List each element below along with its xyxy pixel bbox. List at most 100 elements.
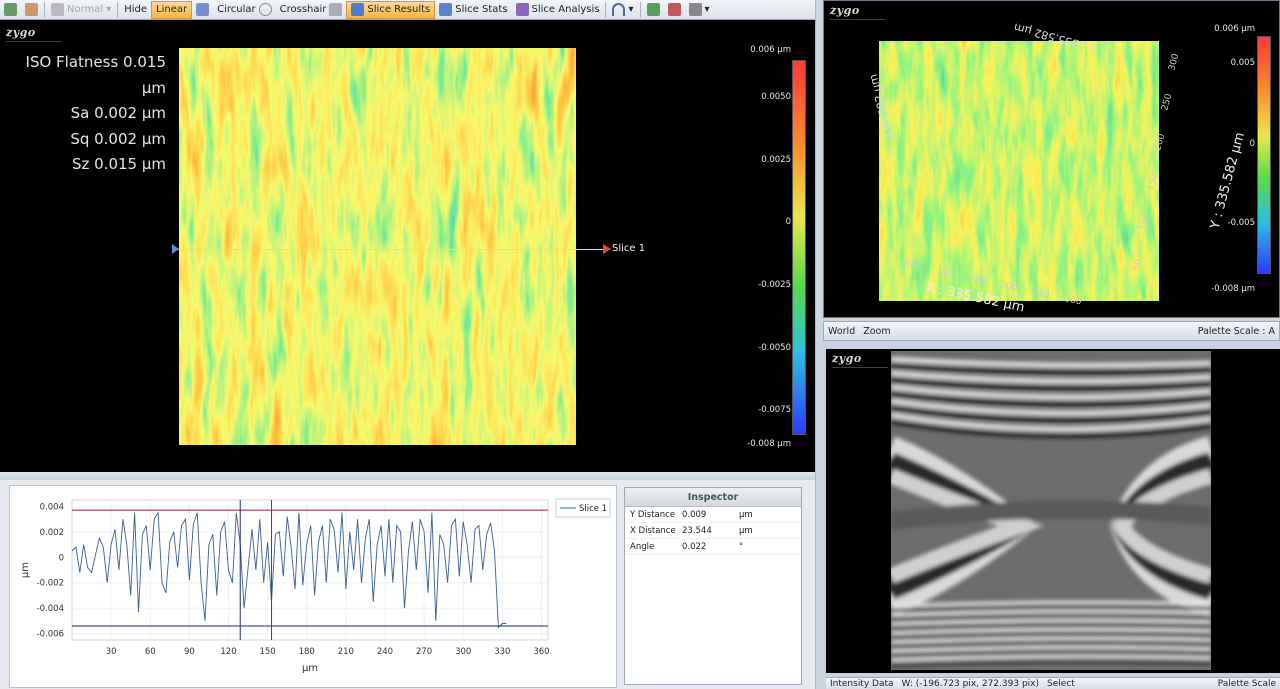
x-tick-3d: 300: [1063, 294, 1082, 307]
x-tick-label: 30: [106, 647, 117, 657]
intensity-data-label: Intensity Data: [830, 678, 894, 689]
inspector-row: X Distance 23.544 µm: [625, 523, 801, 539]
y-tick-3d: 300: [1167, 52, 1181, 71]
print-icon: [688, 3, 702, 16]
horizontal-splitter[interactable]: [0, 472, 815, 480]
toolbar-separator: [44, 1, 45, 18]
slice-end-handle[interactable]: [603, 244, 611, 254]
x-tick-label: 300: [455, 647, 471, 657]
slice-analysis-button[interactable]: Slice Analysis: [512, 1, 604, 19]
normal-button[interactable]: Normal ▾: [47, 1, 115, 19]
palette-tool-button[interactable]: [21, 1, 42, 19]
slice-line[interactable]: [176, 249, 604, 250]
y-tick-label: -0.002: [37, 579, 64, 589]
colorbar-3d-tick-label: 0.005: [1230, 58, 1255, 68]
inspector-unit: °: [739, 542, 744, 552]
world-button[interactable]: World: [824, 326, 859, 337]
y-tick-label: 0.004: [40, 502, 64, 512]
palette-icon: [25, 3, 38, 16]
profile-chart[interactable]: 30 60 90 120 150 180 210 240 270 300 330 360 0.004 0.…: [10, 486, 616, 687]
surface-3d-mesh: [879, 41, 1159, 301]
export-button[interactable]: [664, 1, 685, 19]
colorbar-tick-label: -0.0075: [758, 405, 791, 415]
intensity-view[interactable]: zygo: [826, 349, 1280, 673]
zoom-button[interactable]: Zoom: [859, 326, 894, 337]
slice-stats-label: Slice Stats: [455, 4, 508, 15]
save-image-icon: [646, 3, 660, 16]
zygo-logo: zygo: [832, 352, 888, 368]
inspector-value: 23.544: [682, 526, 712, 536]
slice-results-panel: 30 60 90 120 150 180 210 240 270 300 330 360 0.004 0.…: [0, 480, 815, 689]
slice-results-icon: [351, 3, 365, 16]
slice-start-handle[interactable]: [172, 244, 179, 254]
x-tick-3d: 150: [967, 273, 986, 286]
inspector-row: Y Distance 0.009 µm: [625, 507, 801, 523]
fringe-image[interactable]: [891, 351, 1211, 670]
hide-label: Hide: [124, 4, 148, 15]
colorbar-3d-tick-label: 0.006 µm: [1214, 24, 1255, 34]
slice-stats-button[interactable]: Slice Stats: [435, 1, 511, 19]
hide-button[interactable]: Hide: [120, 1, 151, 19]
print-button[interactable]: ▾: [685, 1, 714, 19]
view3d-statusbar: World Zoom Palette Scale : A: [823, 321, 1280, 341]
iso-flatness-stat: ISO Flatness 0.015 µm: [25, 53, 166, 97]
sz-stat: Sz 0.015 µm: [71, 155, 166, 173]
linear-label: Linear: [156, 4, 188, 15]
x-tick-label: 180: [299, 647, 315, 657]
x-tick-label: 330: [494, 647, 510, 657]
toolbar-separator: [639, 1, 641, 18]
x-tick-3d: 200: [999, 280, 1018, 293]
y-axis-label: µm: [20, 562, 31, 578]
surface-height-map[interactable]: [179, 48, 576, 445]
grid-tool-button[interactable]: [0, 1, 21, 19]
slice-analysis-label: Slice Analysis: [531, 4, 600, 15]
inspector-value: 0.009: [682, 510, 707, 520]
crosshair-button[interactable]: Crosshair: [276, 1, 347, 19]
slice-results-button[interactable]: Slice Results: [346, 0, 436, 19]
toolbar-separator: [605, 1, 607, 18]
x-tick-label: 210: [338, 647, 354, 657]
inspector-row: Angle 0.022 °: [625, 539, 801, 555]
x-tick-3d: 100: [935, 266, 954, 279]
y-axis-title-left: Y : 335.582 µm: [867, 73, 902, 159]
x-tick-label: 270: [416, 647, 432, 657]
y-tick-3d: 250: [1160, 92, 1174, 111]
undo-button[interactable]: ▾: [608, 1, 637, 19]
height-colorbar: [792, 60, 806, 435]
colorbar-tick-label: 0: [785, 217, 791, 227]
x-tick-label: 120: [220, 647, 236, 657]
colorbar-tick-label: 0.006 µm: [750, 45, 791, 55]
intensity-statusbar: Intensity Data W: (-196.723 pix, 272.393…: [826, 677, 1280, 689]
plot-area: [71, 499, 549, 641]
slice-profile-plot[interactable]: 30 60 90 120 150 180 210 240 270 300 330 360 0.004 0.…: [9, 485, 617, 688]
circular-label: Circular: [217, 4, 256, 15]
sq-stat: Sq 0.002 µm: [70, 129, 166, 148]
toolbar: Normal ▾ Hide Linear Circular Crosshair S…: [0, 0, 816, 20]
slice-stats-icon: [439, 3, 453, 16]
inspector-name: Y Distance: [630, 510, 676, 520]
x-tick-label: 360: [533, 647, 549, 657]
toolbar-separator: [117, 1, 119, 18]
x-tick-label: 90: [184, 647, 195, 657]
y-tick-label: -0.004: [37, 604, 64, 614]
linear-options-button[interactable]: [192, 1, 213, 19]
linear-button[interactable]: Linear: [151, 0, 193, 19]
grid-icon: [4, 3, 17, 16]
inspector-panel: Inspector Y Distance 0.009 µm X Distance…: [624, 487, 802, 685]
height-map-fill: [179, 48, 576, 445]
save-image-button[interactable]: [643, 1, 664, 19]
surface-map-view[interactable]: zygo ISO Flatness 0.015 µm Sa 0.002 µm S…: [0, 20, 815, 472]
normal-label: Normal: [67, 4, 104, 15]
surface-3d-plot[interactable]: X : 335.582 µm Y : 335.582 µm Y : 335.58…: [824, 1, 1279, 317]
circular-button[interactable]: Circular: [213, 1, 276, 19]
select-button[interactable]: Select: [1043, 679, 1079, 689]
surface-stats: ISO Flatness 0.015 µm Sa 0.002 µm Sq 0.0…: [4, 50, 166, 178]
vertical-splitter[interactable]: [815, 0, 823, 689]
y-tick-label: 0.002: [40, 528, 64, 538]
y-tick-label: -0.006: [37, 630, 64, 640]
surface-3d-view[interactable]: zygo X : 335.582 µm Y : 335.582 µm Y : 3…: [823, 0, 1280, 318]
zygo-logo: zygo: [6, 26, 62, 42]
colorbar-tick-label: 0.0025: [761, 155, 791, 165]
colorbar-tick-label: -0.0050: [758, 343, 791, 353]
x-tick-label: 240: [377, 647, 393, 657]
